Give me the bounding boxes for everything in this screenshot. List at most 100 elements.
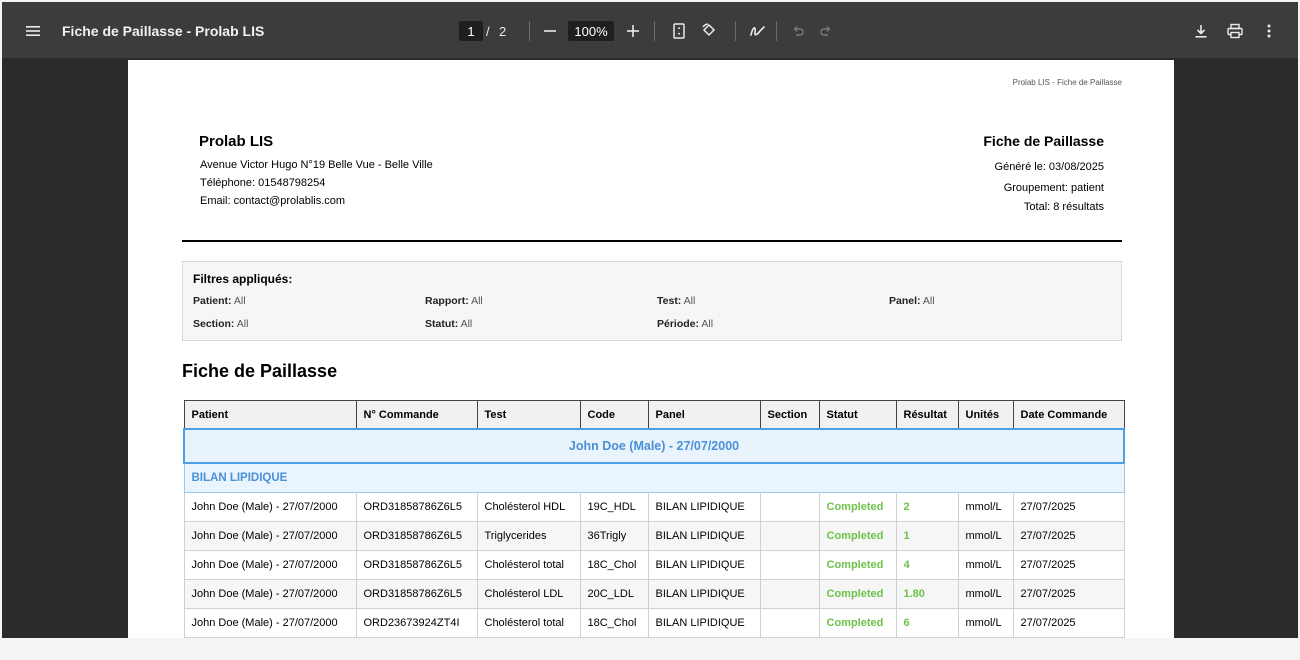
page-number-input[interactable]: 1 [459, 21, 483, 41]
cell-units: mmol/L [957, 579, 1014, 609]
filter-label: Rapport: [425, 295, 469, 307]
cell-section [759, 492, 820, 522]
redo-button[interactable] [814, 18, 838, 44]
fit-to-page-button[interactable] [666, 18, 692, 44]
panel-group-row: BILAN LIPIDIQUE [183, 462, 1125, 493]
cell-result: 4 [895, 550, 959, 580]
cell-code: 19C_HDL [579, 492, 649, 522]
column-header: Résultat [895, 400, 959, 430]
cell-status: Completed [818, 550, 897, 580]
table-row: John Doe (Male) - 27/07/2000 ORD31858786Z… [183, 521, 1125, 551]
column-header: Panel [647, 400, 761, 430]
filter-label: Patient: [193, 295, 232, 307]
table-header-row: Patient N° Commande Test Code Panel Sect… [183, 400, 1125, 430]
more-vert-icon [1267, 24, 1271, 38]
toolbar-divider [654, 21, 655, 41]
cell-order-date: 27/07/2025 [1012, 492, 1125, 522]
lab-phone: Téléphone: 01548798254 [200, 177, 326, 189]
filter-value: All [683, 295, 696, 307]
running-header: Prolab LIS - Fiche de Paillasse [1012, 78, 1122, 87]
cell-order-number: ORD31858786Z6L5 [355, 550, 478, 580]
lab-email: Email: contact@prolablis.com [200, 195, 346, 207]
cell-test: Cholésterol HDL [476, 492, 581, 522]
viewer-toolbar: Fiche de Paillasse - Prolab LIS 1 / 2 10… [2, 2, 1298, 58]
download-icon [1195, 25, 1207, 38]
cell-order-number: ORD23673924ZT4I [355, 608, 478, 638]
results-table: Patient N° Commande Test Code Panel Sect… [183, 400, 1125, 638]
cell-panel: BILAN LIPIDIQUE [647, 492, 761, 522]
undo-button[interactable] [786, 18, 810, 44]
cell-order-number: ORD31858786Z6L5 [355, 521, 478, 551]
menu-button[interactable] [20, 18, 46, 44]
cell-test: Cholésterol LDL [476, 579, 581, 609]
column-header: Test [476, 400, 581, 430]
cell-panel: BILAN LIPIDIQUE [647, 579, 761, 609]
document-title: Fiche de Paillasse - Prolab LIS [62, 23, 265, 39]
panel-group-label: BILAN LIPIDIQUE [183, 462, 1125, 493]
table-row: John Doe (Male) - 27/07/2000 ORD31858786Z… [183, 579, 1125, 609]
more-options-button[interactable] [1256, 18, 1282, 44]
cell-result: 6 [895, 608, 959, 638]
undo-icon [793, 26, 804, 36]
cell-code: 20C_LDL [579, 579, 649, 609]
cell-units: mmol/L [957, 608, 1014, 638]
filter-label: Panel: [889, 295, 921, 307]
filter-label: Statut: [425, 318, 459, 330]
toolbar-divider [529, 21, 530, 41]
patient-group-label: John Doe (Male) - 27/07/2000 [183, 428, 1125, 464]
page-count: 2 [499, 23, 507, 39]
cell-test: Triglycerides [476, 521, 581, 551]
filter-section: Section: All [193, 318, 248, 330]
cell-order-date: 27/07/2025 [1012, 521, 1125, 551]
column-header: N° Commande [355, 400, 478, 430]
cell-patient: John Doe (Male) - 27/07/2000 [183, 550, 357, 580]
rotate-button[interactable] [696, 18, 722, 44]
column-header: Date Commande [1012, 400, 1125, 430]
rotate-icon [702, 23, 716, 37]
filter-statut: Statut: All [425, 318, 472, 330]
lab-address: Avenue Victor Hugo N°19 Belle Vue - Bell… [200, 159, 433, 171]
print-icon [1227, 23, 1243, 39]
column-header: Section [759, 400, 820, 430]
sheet-title: Fiche de Paillasse [983, 133, 1104, 149]
filter-label: Période: [657, 318, 700, 330]
print-button[interactable] [1222, 18, 1248, 44]
filter-value: All [460, 318, 473, 330]
zoom-level-input[interactable]: 100% [568, 21, 614, 41]
filter-patient: Patient: All [193, 295, 246, 307]
cell-section [759, 608, 820, 638]
filter-value: All [922, 295, 935, 307]
cell-code: 18C_Chol [579, 550, 649, 580]
cell-code: 36Trigly [579, 521, 649, 551]
filter-panel: Panel: All [889, 295, 935, 307]
filter-test: Test: All [657, 295, 695, 307]
cell-panel: BILAN LIPIDIQUE [647, 521, 761, 551]
zoom-out-icon [544, 30, 556, 32]
cell-result: 1.80 [895, 579, 959, 609]
cell-order-number: ORD31858786Z6L5 [355, 492, 478, 522]
column-header: Statut [818, 400, 897, 430]
filters-panel: Filtres appliqués: Patient: All Rapport:… [182, 261, 1122, 341]
header-divider [182, 240, 1122, 242]
cell-status: Completed [818, 608, 897, 638]
draw-button[interactable] [745, 18, 771, 44]
cell-order-number: ORD31858786Z6L5 [355, 579, 478, 609]
grouping-info: Groupement: patient [1003, 182, 1104, 194]
window-bottom-edge [0, 638, 1300, 660]
pdf-viewer: Fiche de Paillasse - Prolab LIS 1 / 2 10… [2, 2, 1298, 638]
filter-label: Test: [657, 295, 682, 307]
cell-panel: BILAN LIPIDIQUE [647, 608, 761, 638]
download-button[interactable] [1188, 18, 1214, 44]
table-row: John Doe (Male) - 27/07/2000 ORD31858786Z… [183, 550, 1125, 580]
cell-test: Cholésterol total [476, 608, 581, 638]
cell-units: mmol/L [957, 550, 1014, 580]
cell-units: mmol/L [957, 521, 1014, 551]
zoom-in-button[interactable] [621, 19, 645, 43]
cell-result: 2 [895, 492, 959, 522]
patient-group-row: John Doe (Male) - 27/07/2000 [183, 428, 1125, 464]
total-results: Total: 8 résultats [1023, 201, 1104, 213]
cell-status: Completed [818, 521, 897, 551]
zoom-out-button[interactable] [538, 19, 562, 43]
page-separator: / [486, 23, 490, 39]
filter-value: All [233, 295, 246, 307]
